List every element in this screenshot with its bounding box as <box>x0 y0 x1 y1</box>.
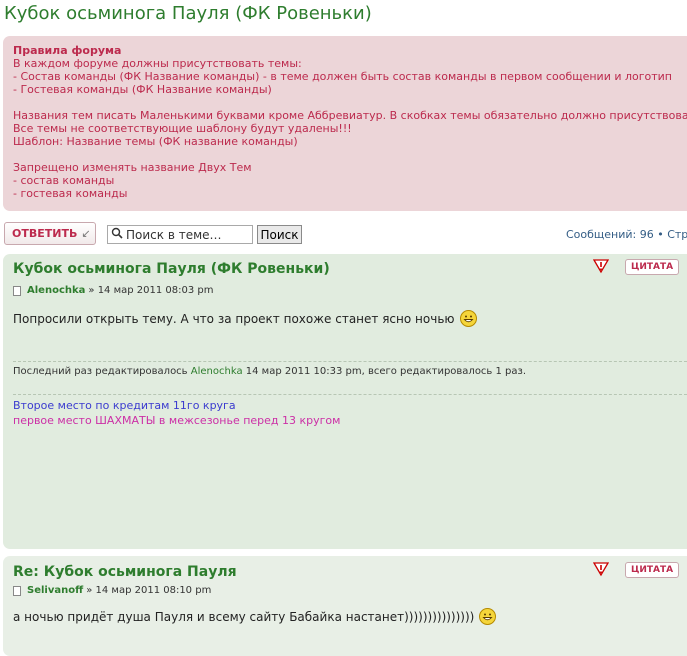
search-button[interactable]: Поиск <box>257 225 302 244</box>
edit-notice: Последний раз редактировалось Alenochka … <box>13 366 526 377</box>
post-title[interactable]: Re: Кубок осьминога Пауля <box>13 564 237 580</box>
signature-line: первое место ШАХМАТЫ в межсезонье перед … <box>13 414 341 427</box>
post-author[interactable]: Alenochka <box>27 285 85 296</box>
report-icon[interactable] <box>592 258 610 274</box>
post-content: а ночью придёт душа Пауля и всему сайту … <box>13 608 497 625</box>
post-count: Сообщений: 96 • Стр <box>566 228 687 241</box>
grin-smiley-icon <box>459 310 477 327</box>
edit-suffix: 14 мар 2011 10:33 pm, всего редактировал… <box>245 366 527 377</box>
post-date: » 14 мар 2011 08:03 pm <box>88 285 214 296</box>
post-meta: Alenochka » 14 мар 2011 08:03 pm <box>13 285 214 296</box>
rules-line: Названия тем писать Маленькими буквами к… <box>13 109 687 122</box>
topic-toolbar: ОТВЕТИТЬ ↙ Поиск в теме… Поиск Сообщений… <box>0 220 687 248</box>
search-placeholder: Поиск в теме… <box>126 227 222 242</box>
rules-line: В каждом форуме должны присутствовать те… <box>13 57 302 70</box>
quote-button[interactable]: ЦИТАТА <box>625 259 680 275</box>
forum-rules-box: Правила форума В каждом форуме должны пр… <box>3 36 687 211</box>
rules-line: Шаблон: Название темы (ФК название коман… <box>13 135 298 148</box>
rules-line: - Гостевая команды (ФК Название команды) <box>13 83 272 96</box>
reply-button[interactable]: ОТВЕТИТЬ ↙ <box>4 222 96 245</box>
post: Re: Кубок осьминога Пауля ЦИТАТА Selivan… <box>3 556 687 656</box>
post-author[interactable]: Selivanoff <box>27 585 83 596</box>
grin-smiley-icon <box>479 608 497 625</box>
reply-label: ОТВЕТИТЬ <box>12 227 78 240</box>
post-meta: Selivanoff » 14 мар 2011 08:10 pm <box>13 585 211 596</box>
search-input[interactable]: Поиск в теме… <box>107 225 253 244</box>
document-icon <box>13 585 21 596</box>
document-icon <box>13 285 21 296</box>
rules-line: - состав команды <box>13 174 115 187</box>
signature-line: Второе место по кредитам 11го круга <box>13 399 236 412</box>
edit-prefix: Последний раз редактировалось <box>13 366 188 377</box>
post-content: Попросили открыть тему. А что за проект … <box>13 310 477 327</box>
rules-line: - Состав команды (ФК Название команды) -… <box>13 70 673 83</box>
rules-line: - гостевая команды <box>13 187 128 200</box>
post-text: Попросили открыть тему. А что за проект … <box>13 311 455 326</box>
edit-author[interactable]: Alenochka <box>191 366 243 377</box>
page-title: Кубок осьминога Пауля (ФК Ровеньки) <box>4 3 372 24</box>
post: Кубок осьминога Пауля (ФК Ровеньки) ЦИТА… <box>3 254 687 549</box>
post-divider <box>13 361 687 362</box>
post-date: » 14 мар 2011 08:10 pm <box>86 585 212 596</box>
rules-line: Все темы не соответствующие шаблону буду… <box>13 122 352 135</box>
report-icon[interactable] <box>592 561 610 577</box>
rules-gap <box>13 148 687 161</box>
reply-arrow-icon: ↙ <box>81 227 91 240</box>
search-icon <box>108 227 126 242</box>
post-title[interactable]: Кубок осьминога Пауля (ФК Ровеньки) <box>13 261 330 277</box>
quote-button[interactable]: ЦИТАТА <box>625 562 680 578</box>
signature-divider <box>13 394 687 395</box>
rules-gap <box>13 96 687 109</box>
rules-line: Запрещено изменять название Двух Тем <box>13 161 252 174</box>
rules-title: Правила форума <box>13 44 122 57</box>
post-text: а ночью придёт душа Пауля и всему сайту … <box>13 609 475 624</box>
